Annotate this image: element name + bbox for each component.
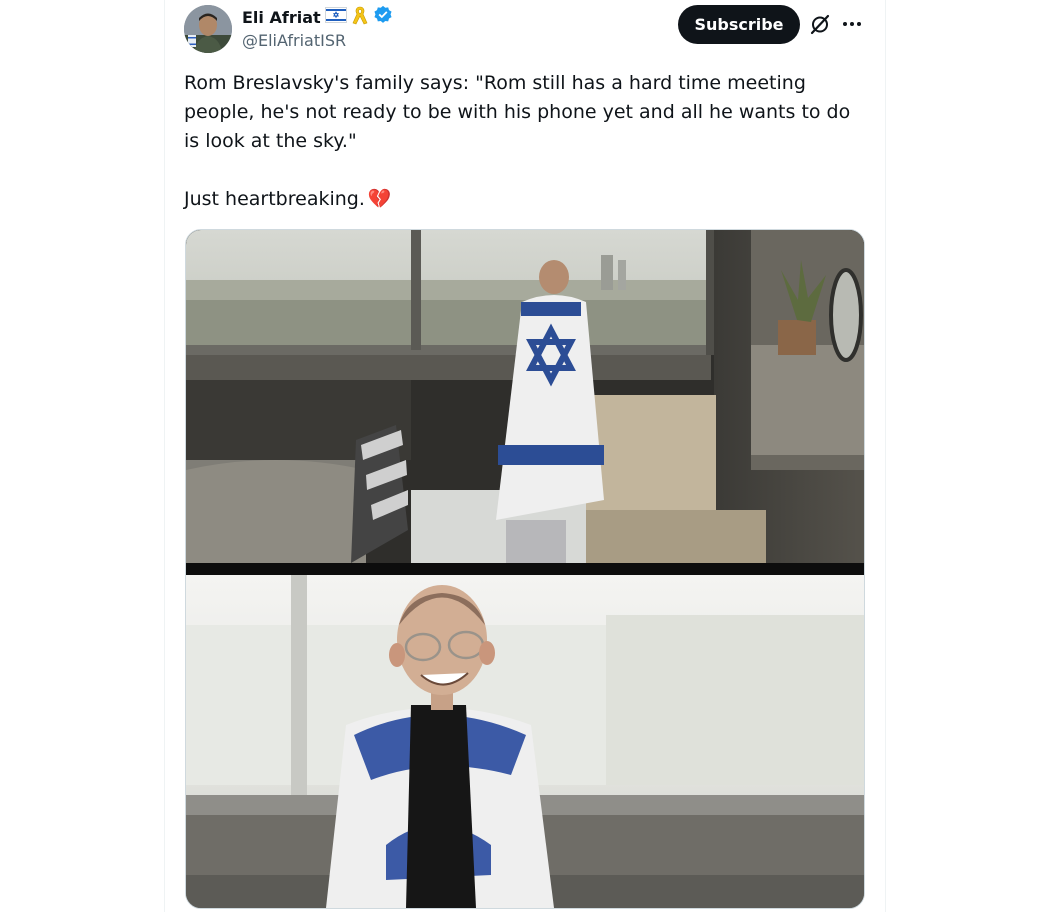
subscribe-button[interactable]: Subscribe [678, 5, 800, 44]
tweet-media-grid[interactable] [185, 229, 865, 909]
media-photo-1[interactable] [186, 230, 864, 563]
author-handle[interactable]: @EliAfriatISR [242, 31, 346, 50]
author-name-row[interactable]: Eli Afriat [242, 4, 393, 30]
tweet-text: Rom Breslavsky's family says: "Rom still… [184, 72, 857, 152]
author-display-name[interactable]: Eli Afriat [242, 8, 321, 27]
media-photo-2[interactable] [186, 575, 864, 908]
tweet-page: Eli Afriat @EliAfriatISR Subscribe Rom B… [0, 0, 1050, 912]
avatar[interactable] [184, 5, 232, 53]
broken-heart-icon: 💔 [367, 188, 392, 210]
grok-icon[interactable] [808, 12, 832, 36]
verified-badge-icon[interactable] [373, 5, 393, 29]
israel-flag-icon [324, 7, 347, 27]
tweet-text-line-2: Just heartbreaking. 💔 [184, 185, 864, 214]
more-icon[interactable] [840, 12, 864, 36]
yellow-ribbon-icon [351, 4, 369, 30]
media-divider [186, 563, 864, 575]
tweet-text-second: Just heartbreaking. [184, 188, 365, 210]
